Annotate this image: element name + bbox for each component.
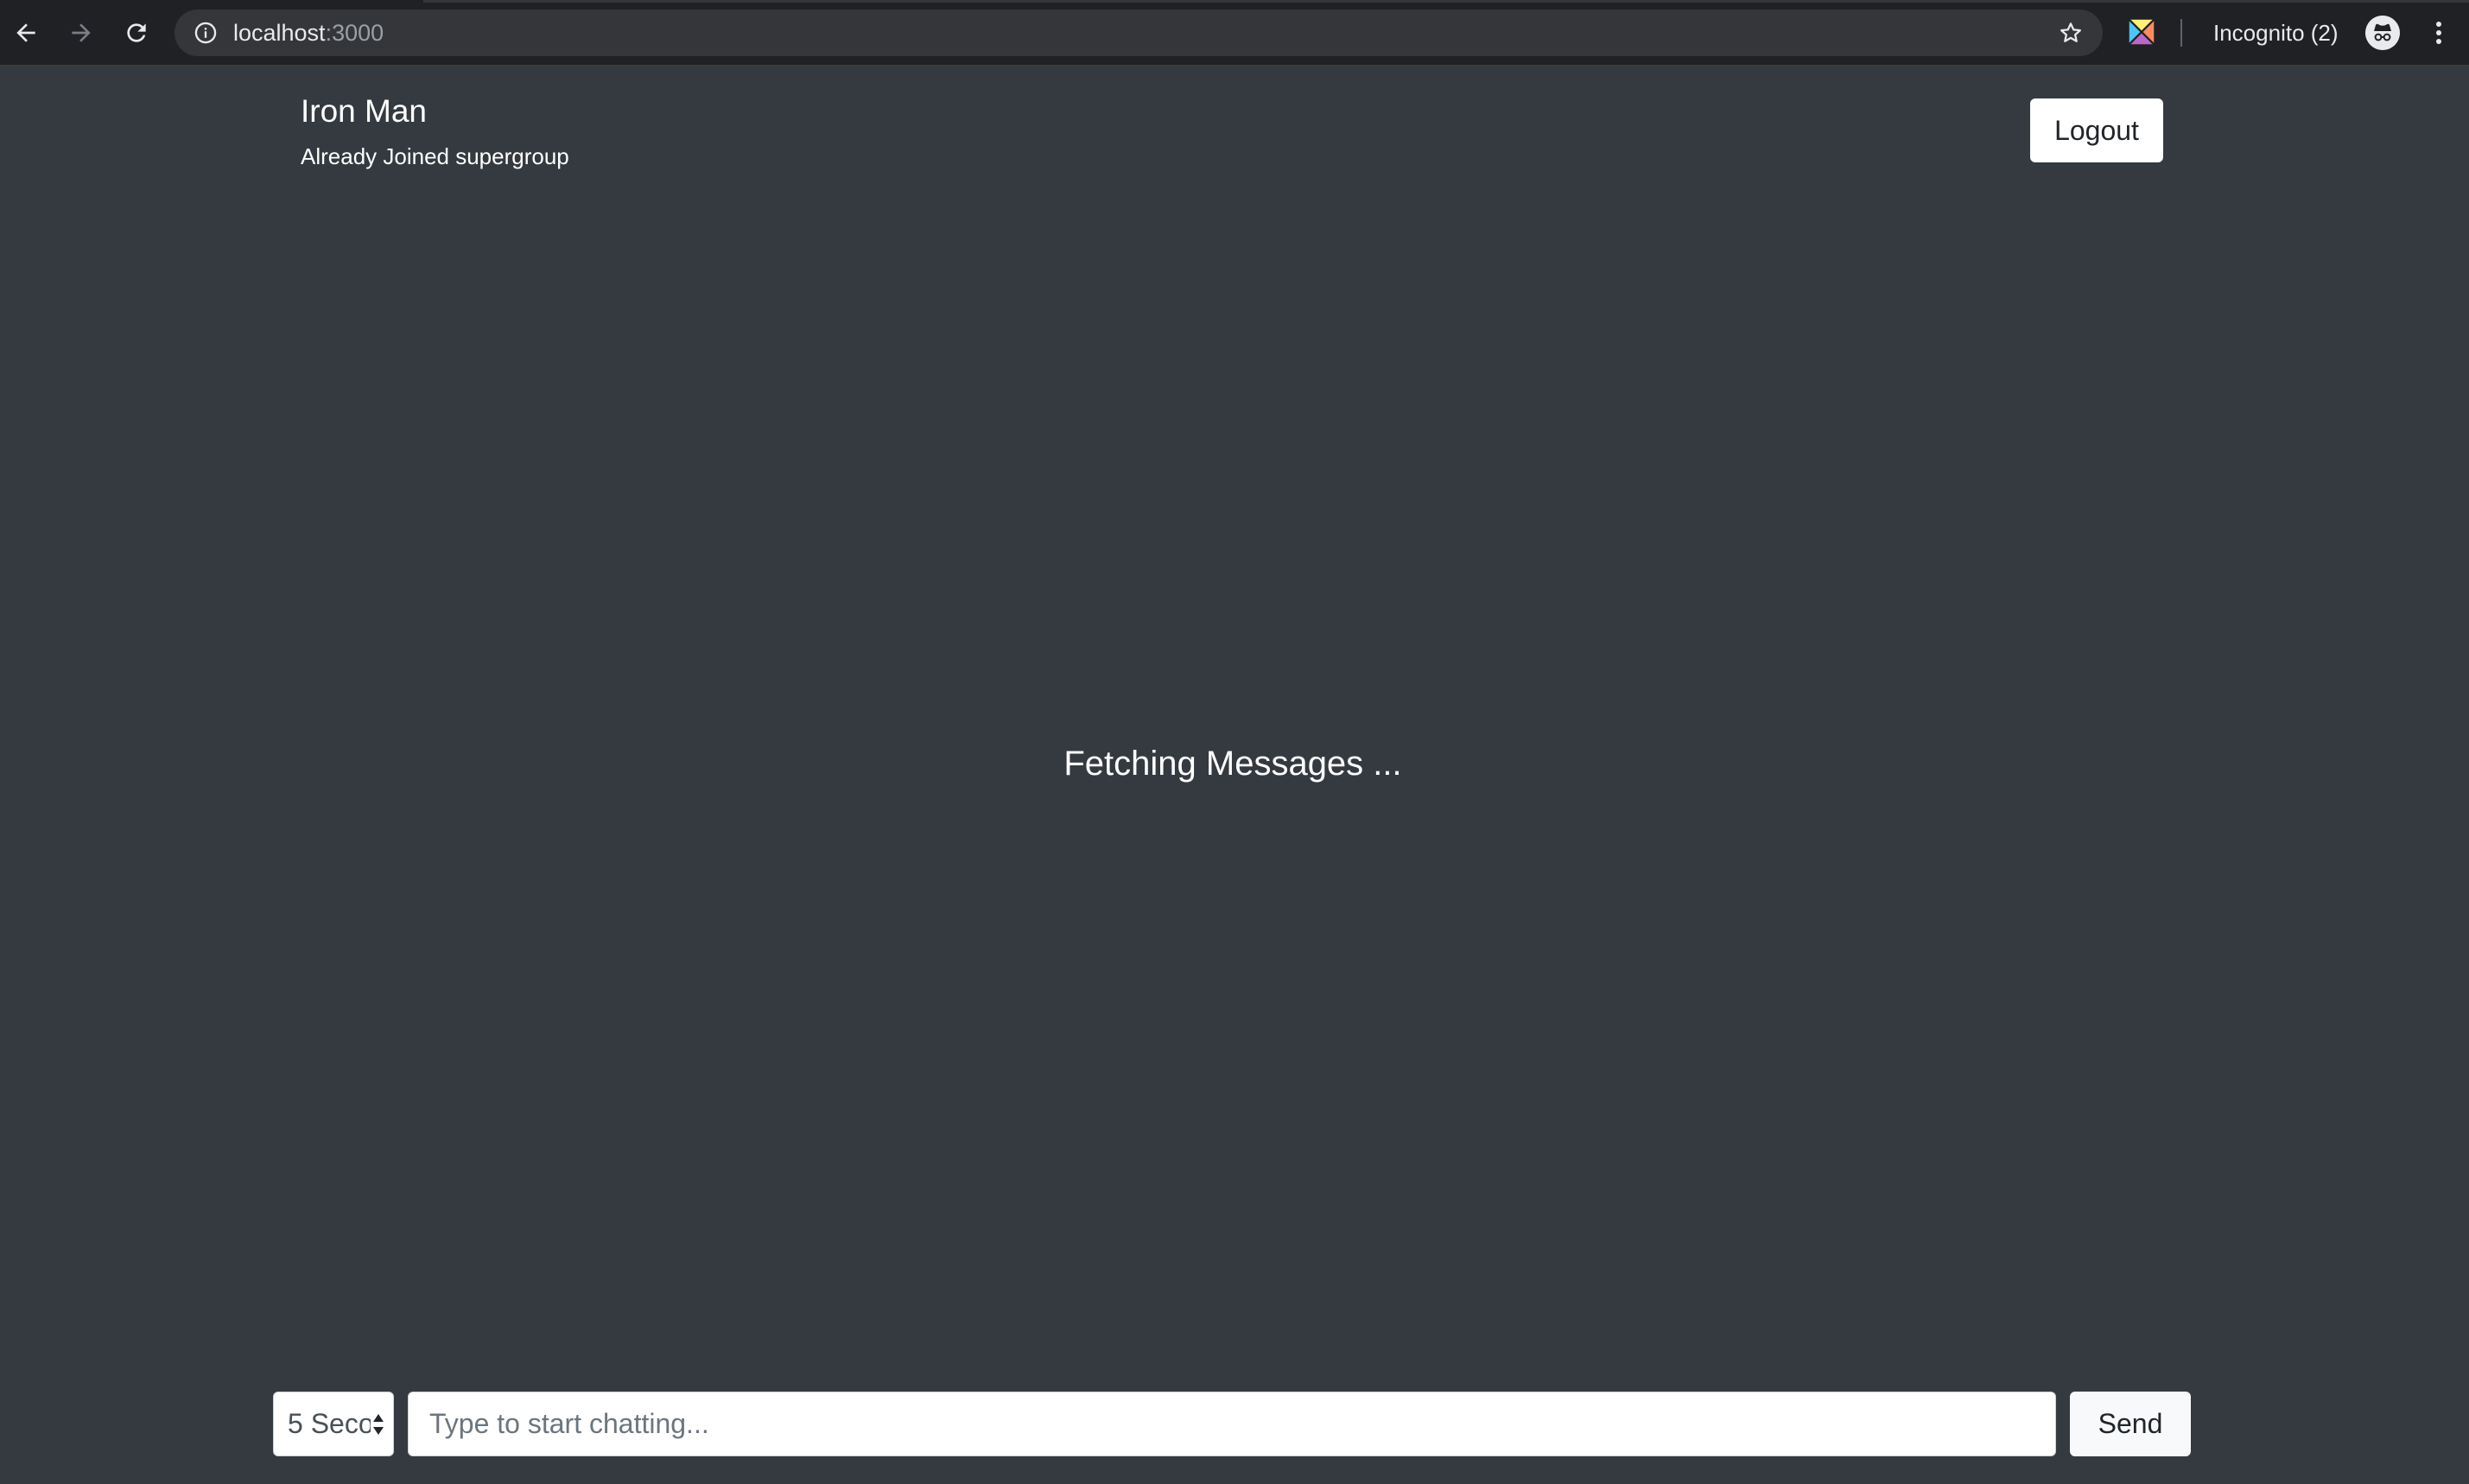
address-bar[interactable]: localhost:3000 bbox=[175, 10, 2103, 56]
back-arrow-icon bbox=[16, 23, 35, 42]
incognito-label[interactable]: Incognito (2) bbox=[2213, 0, 2339, 66]
reload-icon bbox=[127, 23, 146, 42]
send-button[interactable]: Send bbox=[2070, 1392, 2191, 1456]
reload-button[interactable] bbox=[119, 16, 154, 50]
message-timer-select[interactable]: 5 Seconds bbox=[273, 1392, 394, 1456]
url-host: localhost bbox=[233, 20, 326, 46]
star-icon[interactable] bbox=[2058, 20, 2084, 46]
user-name: Iron Man bbox=[301, 93, 428, 129]
group-status: Already Joined supergroup bbox=[301, 143, 569, 169]
chat-input[interactable] bbox=[408, 1392, 2056, 1456]
select-arrows-icon bbox=[373, 1414, 384, 1435]
incognito-icon[interactable] bbox=[2365, 16, 2400, 50]
url-port: :3000 bbox=[325, 20, 384, 46]
messages-area: Fetching Messages ... bbox=[275, 199, 2191, 1365]
url-text[interactable]: localhost:3000 bbox=[233, 10, 384, 56]
forward-arrow-icon bbox=[72, 23, 91, 42]
kebab-menu-icon[interactable] bbox=[2426, 16, 2452, 50]
extension-icon[interactable] bbox=[2125, 16, 2158, 48]
fetching-status: Fetching Messages ... bbox=[1063, 745, 1402, 783]
forward-button[interactable] bbox=[64, 16, 98, 50]
back-button[interactable] bbox=[9, 16, 43, 50]
info-icon[interactable] bbox=[194, 21, 218, 45]
timer-selected-value: 5 Seconds bbox=[288, 1408, 371, 1439]
logout-button[interactable]: Logout bbox=[2030, 98, 2163, 162]
browser-toolbar: localhost:3000 Incognito (2) bbox=[0, 0, 2469, 66]
tab-strip-edge bbox=[423, 0, 2469, 3]
toolbar-divider bbox=[2180, 19, 2182, 47]
